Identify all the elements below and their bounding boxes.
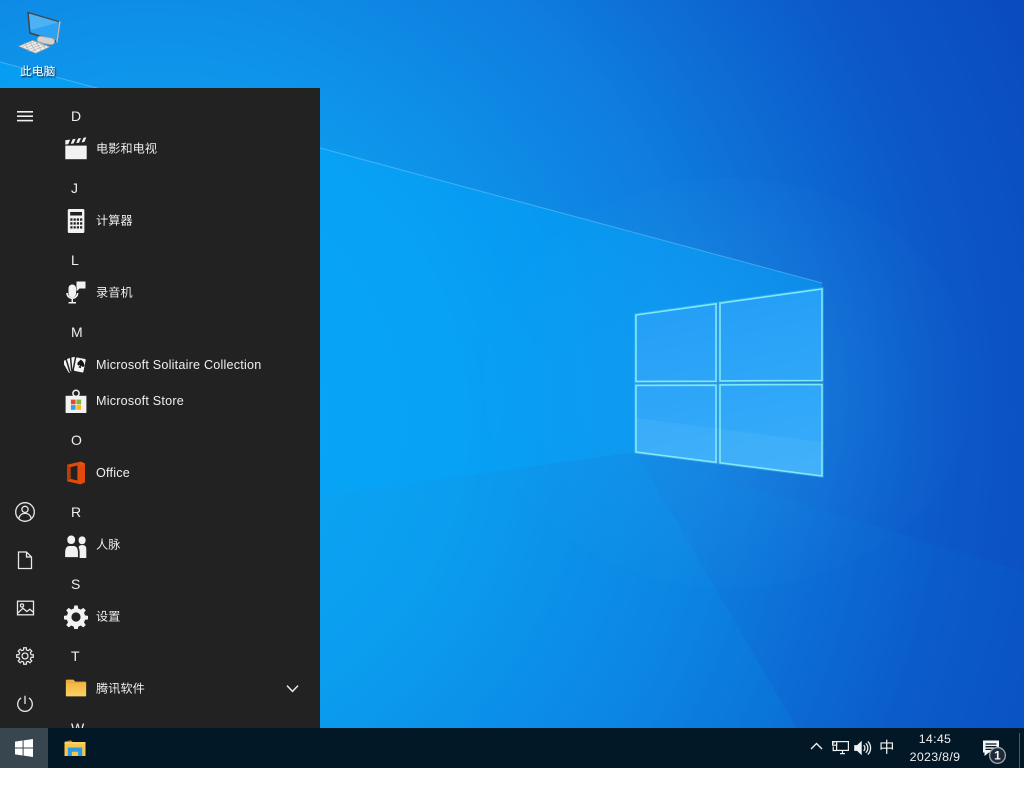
svg-text:1: 1 — [994, 749, 1001, 763]
